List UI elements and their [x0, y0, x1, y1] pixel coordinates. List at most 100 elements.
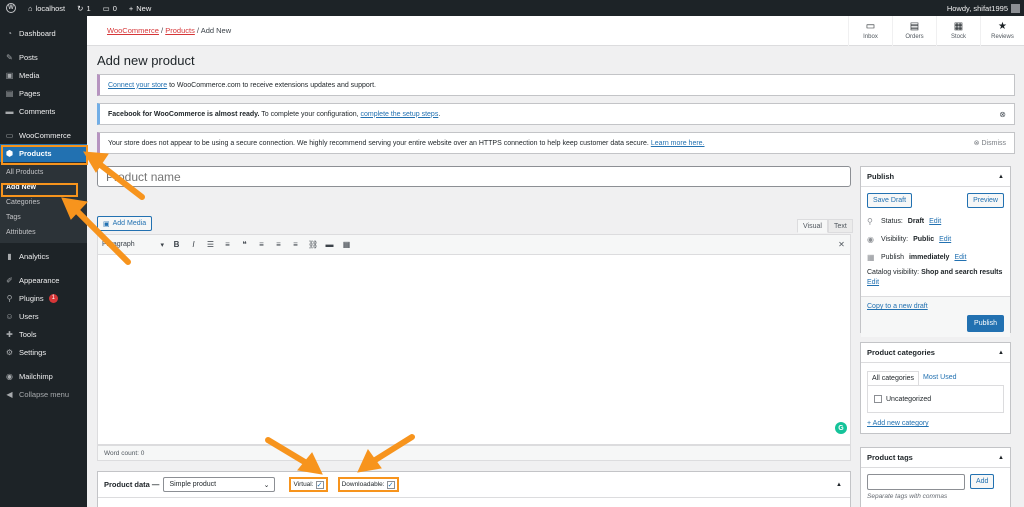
- edit-catalog-link[interactable]: Edit: [867, 279, 879, 286]
- submenu-all-products[interactable]: All Products: [0, 165, 87, 180]
- add-tag-button[interactable]: Add: [970, 474, 995, 489]
- collapse-menu-button[interactable]: ◀ Collapse menu: [0, 385, 87, 403]
- connect-store-notice: Connect your store to WooCommerce.com to…: [97, 74, 1015, 96]
- sidebar-item-users[interactable]: ☺ Users: [0, 307, 87, 325]
- tab-all-categories[interactable]: All categories: [867, 371, 920, 385]
- submenu-categories[interactable]: Categories: [0, 195, 87, 210]
- complete-setup-link[interactable]: complete the setup steps: [361, 111, 439, 118]
- products-submenu: All Products Add New Categories Tags Att…: [0, 162, 87, 243]
- publish-button[interactable]: Publish: [967, 315, 1004, 332]
- edit-schedule-link[interactable]: Edit: [954, 254, 966, 261]
- orders-button[interactable]: ▤ Orders: [892, 15, 936, 46]
- catalog-visibility-row: Catalog visibility: Shop and search resu…: [867, 269, 1003, 286]
- inbox-button[interactable]: ▭ Inbox: [848, 15, 892, 46]
- edit-status-link[interactable]: Edit: [929, 218, 941, 225]
- my-account-link[interactable]: Howdy, shifat1995: [941, 0, 1024, 16]
- numbered-list-icon[interactable]: ≡: [223, 240, 232, 249]
- tags-box-header[interactable]: Product tags ▲: [861, 448, 1010, 468]
- format-select[interactable]: Paragraph ▾: [102, 238, 164, 251]
- product-name-input[interactable]: [97, 166, 851, 187]
- edit-visibility-link[interactable]: Edit: [939, 236, 951, 243]
- main-content: Add new product Connect your store to Wo…: [97, 46, 1017, 161]
- sidebar-item-woocommerce[interactable]: ▭ WooCommerce: [0, 126, 87, 144]
- add-media-button[interactable]: ▣ Add Media: [97, 216, 153, 231]
- media-icon: ▣: [103, 220, 110, 228]
- sidebar-item-posts[interactable]: ✎ Posts: [0, 48, 87, 66]
- bullet-list-icon[interactable]: ☰: [206, 240, 215, 249]
- italic-icon[interactable]: I: [189, 240, 198, 249]
- grammarly-icon[interactable]: G: [835, 422, 847, 434]
- tag-input[interactable]: [867, 474, 965, 490]
- bold-icon[interactable]: B: [172, 240, 181, 249]
- align-left-icon[interactable]: ≡: [257, 240, 266, 249]
- stock-button[interactable]: ▦ Stock: [936, 15, 980, 46]
- product-tags-box: Product tags ▲ Add Separate tags with com…: [860, 447, 1011, 507]
- save-draft-button[interactable]: Save Draft: [867, 193, 913, 208]
- tab-most-used[interactable]: Most Used: [919, 371, 961, 385]
- connect-store-link[interactable]: Connect your store: [108, 82, 167, 89]
- editor-body[interactable]: [97, 255, 851, 445]
- link-icon[interactable]: ⛓: [308, 240, 318, 249]
- visibility-row: ◉ Visibility: Public Edit: [867, 234, 952, 244]
- sidebar-item-analytics[interactable]: ▮ Analytics: [0, 247, 87, 265]
- product-categories-box: Product categories ▲ All categories Most …: [860, 342, 1011, 434]
- schedule-row: ▦ Publish immediately Edit: [867, 252, 967, 262]
- add-new-category-link[interactable]: + Add new category: [867, 420, 929, 427]
- virtual-option[interactable]: Virtual: ✓: [289, 477, 328, 492]
- sidebar-item-tools[interactable]: ✚ Tools: [0, 325, 87, 343]
- downloadable-checkbox[interactable]: ✓: [386, 480, 395, 489]
- word-count: Word count: 0: [97, 445, 851, 461]
- wp-logo-menu[interactable]: W: [0, 0, 22, 16]
- sidebar-item-pages[interactable]: ▤ Pages: [0, 84, 87, 102]
- tags-hint: Separate tags with commas: [867, 493, 948, 500]
- comment-icon: ▬: [5, 106, 14, 116]
- dashboard-icon: ◔: [7, 28, 12, 38]
- stock-icon: ▦: [953, 21, 964, 32]
- toolbar-toggle-icon[interactable]: ▦: [342, 240, 351, 249]
- users-icon: ☺: [5, 311, 14, 321]
- virtual-checkbox[interactable]: ✓: [315, 480, 324, 489]
- publish-box-header[interactable]: Publish ▲: [861, 167, 1010, 187]
- wordpress-logo-icon: W: [6, 3, 16, 13]
- align-right-icon[interactable]: ≡: [291, 240, 300, 249]
- downloadable-option[interactable]: Downloadable: ✓: [337, 477, 399, 492]
- collapse-arrow-icon[interactable]: ▲: [836, 482, 842, 488]
- align-center-icon[interactable]: ≡: [274, 240, 283, 249]
- sidebar-item-media[interactable]: ▣ Media: [0, 66, 87, 84]
- refresh-icon: ↻: [77, 3, 84, 13]
- tab-visual[interactable]: Visual: [797, 219, 828, 233]
- preview-button[interactable]: Preview: [967, 193, 1004, 208]
- product-type-select[interactable]: Simple product ⌄: [163, 477, 276, 492]
- category-list: ✓Uncategorized: [867, 385, 1004, 413]
- learn-more-link[interactable]: Learn more here.: [651, 140, 705, 147]
- breadcrumb-woocommerce[interactable]: WooCommerce: [107, 26, 159, 35]
- reviews-button[interactable]: ★ Reviews: [980, 15, 1024, 46]
- tools-icon: ✚: [6, 329, 13, 339]
- site-name-link[interactable]: ⌂ localhost: [22, 0, 71, 16]
- dismiss-button[interactable]: ⊗ Dismiss: [974, 139, 1006, 148]
- inbox-icon: ▭: [865, 21, 876, 32]
- updates-link[interactable]: ↻ 1: [71, 0, 96, 16]
- new-content-link[interactable]: + New: [123, 0, 157, 16]
- copy-to-draft-link[interactable]: Copy to a new draft: [867, 303, 928, 310]
- brush-icon: ✐: [6, 275, 13, 285]
- more-tag-icon[interactable]: ▬: [325, 240, 334, 249]
- sidebar-item-plugins[interactable]: ⚲ Plugins 1: [0, 289, 87, 307]
- sidebar-item-dashboard[interactable]: ◔ Dashboard: [0, 24, 87, 42]
- close-icon[interactable]: ⊗: [999, 110, 1006, 119]
- submenu-tags[interactable]: Tags: [0, 210, 87, 225]
- categories-box-header[interactable]: Product categories ▲: [861, 343, 1010, 363]
- breadcrumb-products[interactable]: Products: [165, 26, 195, 35]
- sidebar-item-comments[interactable]: ▬ Comments: [0, 102, 87, 120]
- tab-text[interactable]: Text: [827, 219, 853, 233]
- admin-sidebar: ◔ Dashboard ✎ Posts ▣ Media ▤ Pages ▬ Comment…: [0, 16, 87, 507]
- uncategorized-checkbox[interactable]: ✓: [874, 395, 882, 403]
- blockquote-icon[interactable]: ❝: [240, 240, 249, 249]
- sidebar-item-appearance[interactable]: ✐ Appearance: [0, 271, 87, 289]
- media-icon: ▣: [5, 70, 14, 80]
- sidebar-item-settings[interactable]: ⚙ Settings: [0, 343, 87, 361]
- comments-link[interactable]: ▭ 0: [97, 0, 123, 16]
- sidebar-item-mailchimp[interactable]: ◉ Mailchimp: [0, 367, 87, 385]
- fullscreen-icon[interactable]: ✕: [837, 240, 846, 249]
- submenu-attributes[interactable]: Attributes: [0, 225, 87, 240]
